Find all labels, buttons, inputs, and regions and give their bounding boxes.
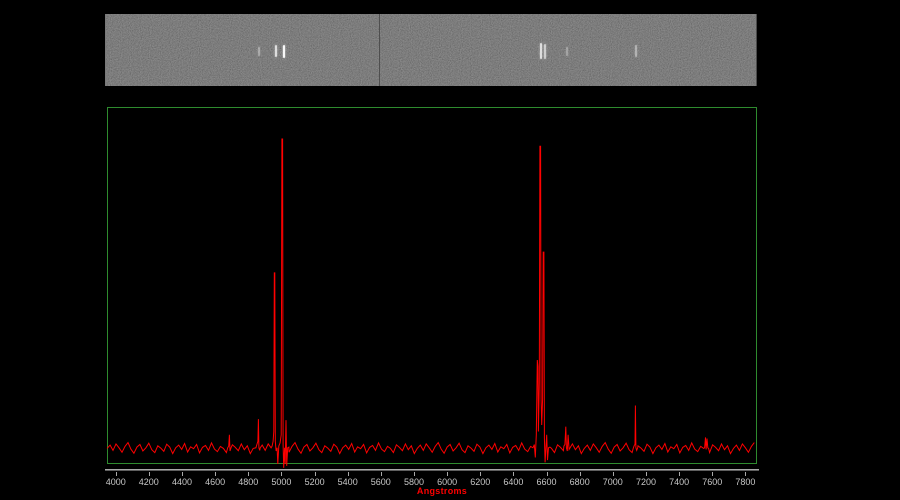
x-tick-label: 7600 (702, 477, 723, 487)
strip-emission-line (565, 46, 568, 56)
x-axis-title: Angstroms (416, 486, 468, 496)
x-tick (679, 472, 681, 476)
x-tick (182, 472, 183, 476)
strip-noise-texture (106, 14, 756, 86)
x-tick-label: 7800 (735, 477, 756, 487)
x-tick-label: 4000 (105, 477, 126, 487)
spectroscopy-app-window: 4000 4200 4400 4600 4800 5000 5200 5400 5600 5800… (0, 0, 900, 500)
x-tick (646, 472, 647, 476)
spectrum-plot[interactable] (106, 107, 757, 468)
x-tick-label: 7200 (635, 477, 657, 487)
x-tick-label: 7400 (669, 477, 690, 487)
x-tick-label: 7000 (602, 477, 623, 487)
plot-border-rect (107, 107, 757, 464)
spectrum-trace (106, 138, 755, 468)
x-tick-label: 5400 (337, 477, 358, 487)
x-tick (414, 472, 415, 476)
x-tick-label: 4200 (138, 477, 159, 487)
x-tick (380, 472, 382, 476)
x-tick (480, 472, 482, 476)
x-tick (215, 472, 217, 476)
x-tick-label: 5000 (271, 477, 292, 487)
x-tick-label: 6800 (569, 477, 590, 487)
x-tick (148, 472, 150, 476)
x-tick (281, 472, 283, 476)
x-tick (314, 472, 316, 476)
x-tick (115, 472, 117, 476)
strip-emission-line (282, 44, 285, 58)
strip-emission-line (543, 43, 546, 59)
x-tick (546, 472, 548, 476)
strip-emission-line (274, 45, 277, 57)
x-tick-label: 5200 (304, 477, 325, 487)
x-tick (579, 472, 581, 476)
x-tick (712, 472, 714, 476)
x-tick (612, 472, 614, 476)
x-tick-label: 6600 (536, 477, 557, 487)
x-tick (745, 472, 747, 476)
spectrum-plot-canvas (106, 107, 757, 468)
strip-seam-line (379, 14, 380, 86)
x-tick (347, 472, 349, 476)
x-tick-label: 4600 (205, 477, 226, 487)
x-tick-label: 4800 (238, 477, 259, 487)
x-axis: 4000 4200 4400 4600 4800 5000 5200 5400 5600 5800… (105, 469, 759, 499)
x-tick-label: 6400 (503, 477, 524, 487)
x-tick-label: 4400 (171, 477, 193, 487)
spectrum-strip-image[interactable] (105, 14, 757, 86)
x-tick (513, 472, 515, 476)
x-tick (447, 472, 449, 476)
x-axis-line-shadow (105, 470, 759, 471)
x-tick (248, 472, 250, 476)
